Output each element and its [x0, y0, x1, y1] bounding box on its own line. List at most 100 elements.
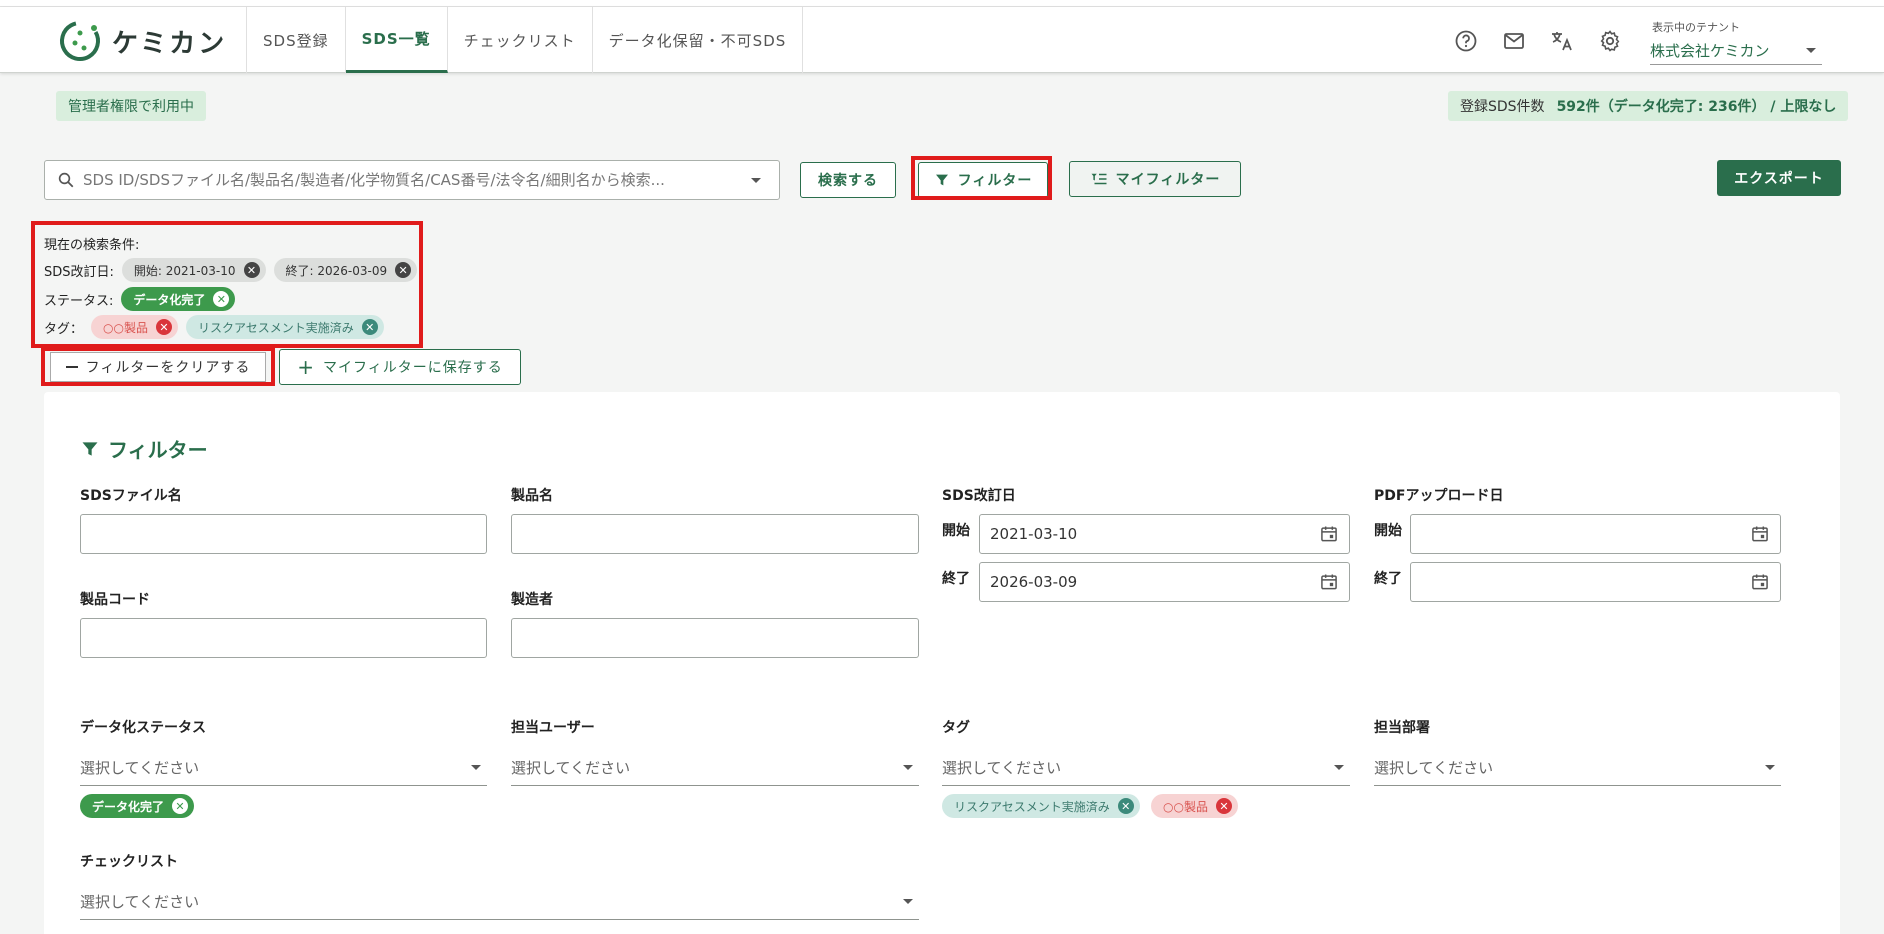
chip-revision-start: 開始: 2021-03-10 ✕	[121, 258, 266, 282]
calendar-icon[interactable]	[1750, 572, 1770, 592]
admin-badge: 管理者権限で利用中	[56, 91, 206, 121]
filter-button-label: フィルター	[957, 173, 1033, 189]
condition-row-status: ステータス: データ化完了 ✕	[44, 286, 236, 312]
user-select[interactable]: 選択してください	[511, 750, 919, 786]
sds-count-value: 592件（データ化完了: 236件） / 上限なし	[1556, 99, 1837, 115]
main-nav: SDS登録 SDS一覧 チェックリスト データ化保留・不可SDS	[246, 7, 804, 73]
gear-icon[interactable]	[1598, 29, 1622, 53]
mail-icon[interactable]	[1502, 29, 1526, 53]
sds-count-label: 登録SDS件数	[1460, 99, 1545, 115]
chip-tag-risk: リスクアセスメント実施済み ✕	[185, 315, 384, 339]
chip-revision-end-label: 終了: 2026-03-09	[285, 263, 388, 278]
tenant-value: 株式会社ケミカン	[1650, 42, 1770, 60]
tenant-select[interactable]: 株式会社ケミカン	[1650, 37, 1822, 65]
sds-revision-end-value: 2026-03-09	[990, 573, 1078, 591]
status-select-placeholder: 選択してください	[80, 759, 200, 777]
search-box[interactable]	[44, 160, 780, 200]
pdf-upload-end-input[interactable]	[1410, 562, 1781, 602]
chevron-down-icon[interactable]	[751, 177, 761, 183]
chip-revision-start-label: 開始: 2021-03-10	[133, 263, 236, 278]
user-select-label: 担当ユーザー	[511, 720, 595, 736]
calendar-icon[interactable]	[1750, 524, 1770, 544]
translate-icon[interactable]	[1550, 29, 1574, 53]
department-select[interactable]: 選択してください	[1374, 750, 1781, 786]
condition-row-tag: タグ： ○○製品 ✕ リスクアセスメント実施済み ✕	[44, 314, 384, 340]
save-my-filter-label: マイフィルターに保存する	[323, 360, 503, 376]
close-icon[interactable]: ✕	[1117, 798, 1134, 814]
sds-file-name-input[interactable]	[80, 514, 487, 554]
sds-revision-date-label: SDS改訂日	[942, 488, 1016, 504]
search-button[interactable]: 検索する	[800, 162, 896, 198]
close-icon[interactable]: ✕	[213, 291, 230, 307]
chip-tag-risk-label: リスクアセスメント実施済み	[197, 320, 354, 335]
status-select[interactable]: 選択してください	[80, 750, 487, 786]
chip-revision-end: 終了: 2026-03-09 ✕	[273, 258, 418, 282]
tab-pending-sds[interactable]: データ化保留・不可SDS	[593, 7, 804, 73]
sds-revision-start-label: 開始	[942, 523, 970, 539]
logo-text: ケミカン	[112, 28, 228, 59]
my-filter-icon	[1091, 173, 1107, 185]
help-icon[interactable]	[1454, 29, 1478, 53]
sds-count-badge: 登録SDS件数 592件（データ化完了: 236件） / 上限なし	[1448, 91, 1849, 121]
product-code-input[interactable]	[80, 618, 487, 658]
chevron-down-icon	[903, 765, 913, 770]
checklist-select-placeholder: 選択してください	[80, 893, 200, 911]
search-icon	[58, 172, 74, 188]
sds-file-name-label: SDSファイル名	[80, 488, 182, 504]
tag-select[interactable]: 選択してください	[942, 750, 1350, 786]
export-button[interactable]: エクスポート	[1717, 160, 1841, 196]
pdf-upload-start-input[interactable]	[1410, 514, 1781, 554]
search-input[interactable]	[83, 171, 743, 189]
filter-panel-title-label: フィルター	[108, 438, 208, 462]
app-header: ケミカン SDS登録 SDS一覧 チェックリスト データ化保留・不可SDS 表示…	[0, 7, 1884, 73]
sds-revision-start-value: 2021-03-10	[990, 525, 1078, 543]
status-selected-chip: データ化完了 ✕	[80, 794, 195, 818]
sds-revision-end-input[interactable]: 2026-03-09	[979, 562, 1350, 602]
filter-button[interactable]: フィルター	[918, 162, 1048, 198]
tab-checklist[interactable]: チェックリスト	[448, 7, 593, 73]
chevron-down-icon	[903, 899, 913, 904]
top-strip	[0, 0, 1884, 7]
calendar-icon[interactable]	[1319, 572, 1339, 592]
tab-sds-list[interactable]: SDS一覧	[345, 7, 448, 73]
minus-icon	[65, 366, 78, 368]
current-conditions-title: 現在の検索条件:	[44, 238, 140, 253]
close-icon[interactable]: ✕	[155, 319, 172, 335]
product-name-input[interactable]	[511, 514, 919, 554]
tag-select-placeholder: 選択してください	[942, 759, 1062, 777]
pdf-upload-end-label: 終了	[1374, 571, 1402, 587]
close-icon[interactable]: ✕	[361, 319, 378, 335]
checklist-select[interactable]: 選択してください	[80, 884, 919, 920]
tab-sds-register[interactable]: SDS登録	[247, 7, 346, 73]
save-my-filter-button[interactable]: + マイフィルターに保存する	[279, 349, 521, 385]
app-logo[interactable]: ケミカン	[58, 19, 227, 63]
condition-row-revision: SDS改訂日: 開始: 2021-03-10 ✕ 終了: 2026-03-09 …	[44, 257, 418, 283]
clear-filter-button[interactable]: フィルターをクリアする	[50, 352, 266, 382]
department-select-label: 担当部署	[1374, 720, 1430, 736]
close-icon[interactable]: ✕	[172, 798, 189, 814]
condition-tag-label: タグ：	[44, 321, 84, 337]
pdf-upload-date-label: PDFアップロード日	[1374, 488, 1504, 504]
chip-tag-product: ○○製品 ✕	[91, 315, 178, 339]
calendar-icon[interactable]	[1319, 524, 1339, 544]
filter-icon	[935, 174, 948, 186]
product-code-label: 製品コード	[80, 592, 150, 608]
manufacturer-input[interactable]	[511, 618, 919, 658]
tag-selected-chip-product-label: ○○製品	[1163, 799, 1208, 814]
chevron-down-icon	[1806, 48, 1816, 53]
sds-revision-start-input[interactable]: 2021-03-10	[979, 514, 1350, 554]
my-filter-button[interactable]: マイフィルター	[1069, 161, 1241, 197]
close-icon[interactable]: ✕	[1215, 798, 1232, 814]
plus-icon: +	[297, 355, 316, 379]
tag-selected-chip-risk-label: リスクアセスメント実施済み	[954, 799, 1110, 814]
pdf-upload-start-label: 開始	[1374, 523, 1402, 539]
tag-selected-chip-product: ○○製品 ✕	[1151, 794, 1238, 818]
tag-selected-chip-risk: リスクアセスメント実施済み ✕	[942, 794, 1140, 818]
condition-status-label: ステータス:	[44, 293, 114, 309]
tag-select-label: タグ	[942, 720, 970, 736]
close-icon[interactable]: ✕	[243, 262, 260, 278]
chip-status-label: データ化完了	[133, 292, 206, 307]
close-icon[interactable]: ✕	[395, 262, 412, 278]
status-select-label: データ化ステータス	[80, 720, 206, 736]
checklist-select-label: チェックリスト	[80, 854, 178, 870]
